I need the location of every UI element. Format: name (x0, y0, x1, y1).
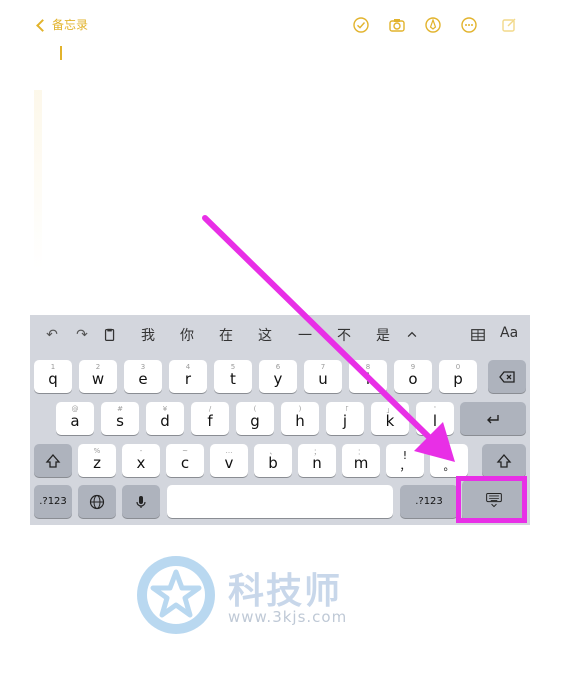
watermark-title: 科技师 (228, 571, 343, 612)
watermark: 科技师 www.3kjs.com (133, 550, 383, 640)
watermark-url: www.3kjs.com (228, 608, 348, 626)
star-logo-icon (137, 556, 215, 634)
